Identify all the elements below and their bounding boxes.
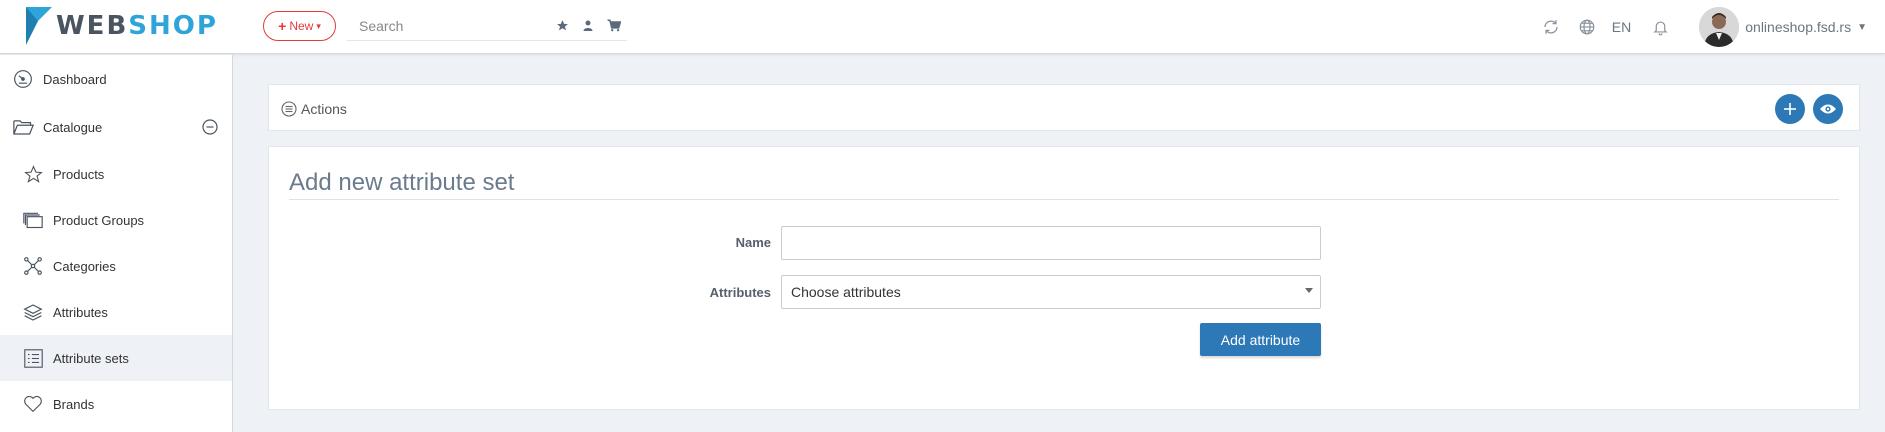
menu-icon — [281, 100, 297, 117]
logo-flag-icon — [26, 7, 52, 45]
caret-down-icon — [1305, 288, 1313, 293]
actions-bar: Actions — [268, 84, 1860, 131]
stack-icon — [22, 209, 44, 231]
sidebar-item-products[interactable]: Products — [0, 151, 232, 197]
nodes-icon — [22, 255, 44, 277]
sidebar-item-label: Catalogue — [43, 119, 103, 135]
form-panel: Add new attribute set Name Attributes Ch… — [268, 146, 1860, 410]
name-label: Name — [735, 235, 771, 250]
new-button-label: New — [289, 19, 314, 33]
sidebar-item-label: Brands — [53, 396, 95, 412]
add-attribute-button[interactable]: Add attribute — [1200, 323, 1321, 356]
search-bar — [347, 11, 627, 41]
top-bar: WEBSHOP + New ▾ EN — [0, 0, 1885, 54]
add-button[interactable] — [1775, 94, 1805, 124]
folder-open-icon — [12, 116, 34, 138]
plus-icon — [1784, 103, 1796, 115]
sidebar-item-attribute-sets[interactable]: Attribute sets — [0, 335, 232, 381]
refresh-icon[interactable] — [1540, 16, 1562, 38]
star-outline-icon — [22, 163, 44, 185]
star-icon[interactable] — [555, 19, 569, 33]
sidebar-item-label: Attributes — [53, 304, 108, 320]
avatar[interactable] — [1699, 7, 1740, 47]
eye-icon — [1820, 104, 1836, 114]
sidebar-item-dashboard[interactable]: Dashboard — [0, 55, 232, 103]
plus-icon: + — [278, 18, 287, 34]
logo-text: WEBSHOP — [56, 11, 218, 41]
dashboard-icon — [12, 68, 34, 90]
heart-icon — [22, 393, 44, 415]
sidebar-item-attributes[interactable]: Attributes — [0, 289, 232, 335]
bell-icon[interactable] — [1649, 16, 1671, 38]
name-field[interactable] — [781, 226, 1321, 260]
logo[interactable]: WEBSHOP — [24, 6, 218, 46]
chevron-down-icon: ▾ — [316, 20, 321, 31]
title-divider — [289, 199, 1839, 200]
sidebar-item-label: Attribute sets — [53, 350, 129, 366]
sidebar-item-label: Products — [53, 166, 105, 182]
list-icon — [22, 347, 44, 369]
user-name[interactable]: onlineshop.fsd.rs — [1745, 19, 1851, 35]
actions-menu[interactable]: Actions — [281, 85, 347, 132]
view-button[interactable] — [1813, 94, 1843, 124]
sidebar-item-brands[interactable]: Brands — [0, 381, 232, 427]
sidebar-item-categories[interactable]: Categories — [0, 243, 232, 289]
chevron-down-icon[interactable]: ▼ — [1857, 22, 1867, 33]
attributes-label: Attributes — [709, 285, 771, 300]
actions-label: Actions — [301, 100, 347, 117]
attributes-select[interactable]: Choose attributes — [781, 275, 1321, 309]
sidebar-item-label: Categories — [53, 258, 116, 274]
sidebar-item-product-groups[interactable]: Product Groups — [0, 197, 232, 243]
sidebar-item-label: Product Groups — [53, 212, 145, 228]
layers-icon — [22, 301, 44, 323]
attributes-select-value: Choose attributes — [791, 284, 901, 300]
language-selector[interactable]: EN — [1612, 19, 1631, 35]
user-icon[interactable] — [581, 19, 595, 33]
search-input[interactable] — [347, 12, 537, 39]
sidebar: Dashboard Catalogue Products Product Gro… — [0, 55, 233, 432]
globe-icon[interactable] — [1576, 16, 1598, 38]
sidebar-item-label: Dashboard — [43, 71, 107, 87]
collapse-icon[interactable] — [202, 119, 218, 135]
cart-icon[interactable] — [607, 19, 621, 33]
new-button[interactable]: + New ▾ — [263, 11, 336, 41]
page-title: Add new attribute set — [289, 169, 515, 196]
sidebar-item-catalogue[interactable]: Catalogue — [0, 103, 232, 151]
